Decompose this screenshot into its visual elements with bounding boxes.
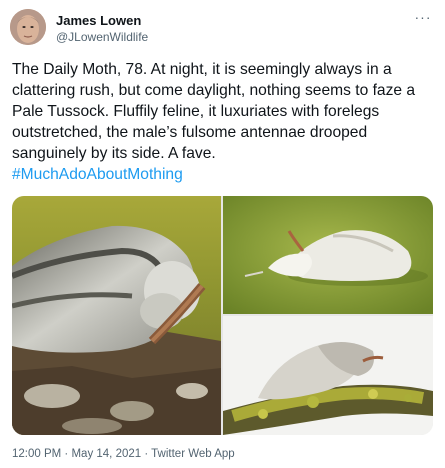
- footer-separator: ·: [61, 448, 72, 460]
- photo-moth-lichen-branch[interactable]: [223, 316, 433, 435]
- photo-moth-closeup[interactable]: [12, 196, 221, 435]
- footer-separator: ·: [141, 448, 152, 460]
- tweet-time[interactable]: 12:00 PM: [12, 448, 61, 460]
- author-handle[interactable]: @JLowenWildlife: [56, 30, 148, 44]
- tweet-card: James Lowen @JLowenWildlife ··· The Dail…: [0, 0, 445, 468]
- avatar[interactable]: [10, 9, 46, 45]
- author-name[interactable]: James Lowen: [56, 13, 141, 28]
- photo-moth-green-background[interactable]: [223, 196, 433, 314]
- tweet-body: The Daily Moth, 78. At night, it is seem…: [12, 61, 416, 162]
- tweet-text: The Daily Moth, 78. At night, it is seem…: [12, 59, 437, 185]
- tweet-date[interactable]: May 14, 2021: [71, 448, 141, 460]
- more-horizontal-icon[interactable]: ···: [413, 9, 433, 25]
- hashtag-link[interactable]: #MuchAdoAboutMothing: [12, 166, 183, 183]
- tweet-footer: 12:00 PM · May 14, 2021 · Twitter Web Ap…: [12, 448, 235, 460]
- media-grid: [12, 196, 433, 435]
- tweet-source[interactable]: Twitter Web App: [151, 448, 235, 460]
